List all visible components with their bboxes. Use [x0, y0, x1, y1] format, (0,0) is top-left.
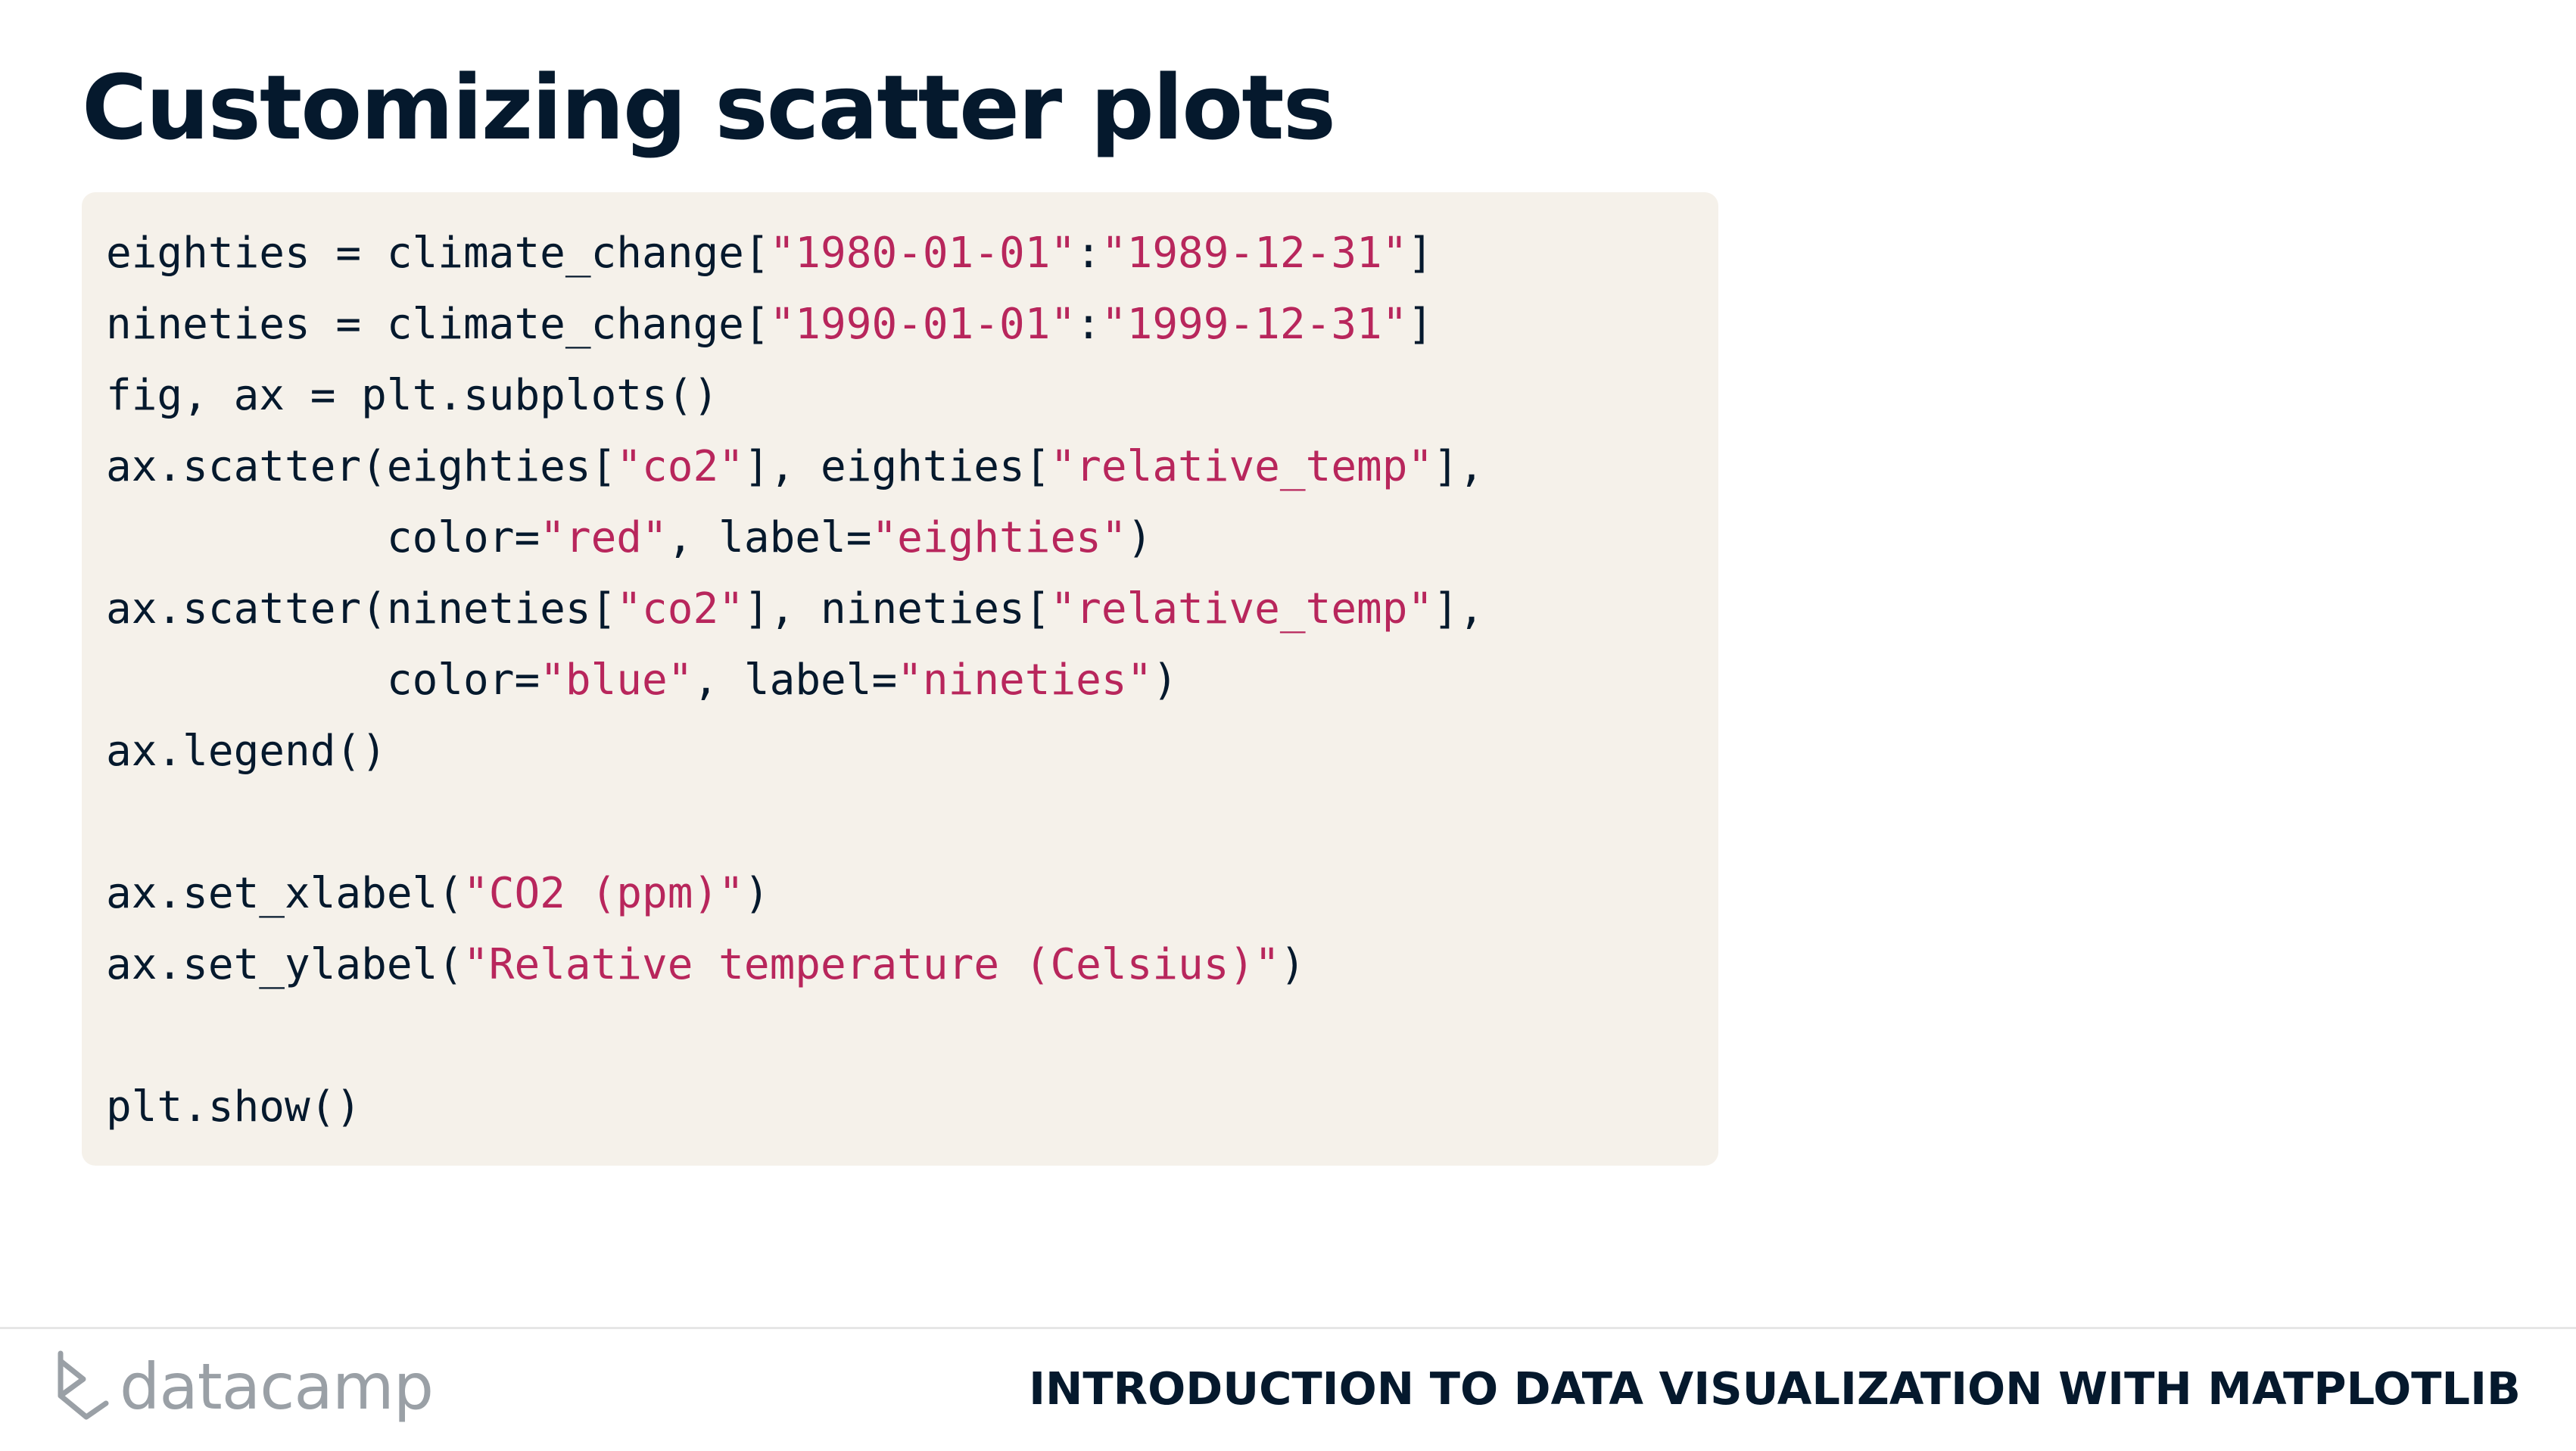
code-string-token: "nineties": [897, 655, 1153, 705]
logo-wordmark: datacamp: [120, 1350, 434, 1424]
code-token: , label=: [667, 513, 872, 562]
course-title: INTRODUCTION TO DATA VISUALIZATION WITH …: [1029, 1362, 2521, 1415]
code-token: ],: [1433, 584, 1484, 634]
code-line: eighties = climate_change["1980-01-01":"…: [106, 218, 1718, 289]
code-string-token: "eighties": [871, 513, 1127, 562]
slide-title: Customizing scatter plots: [82, 55, 1336, 160]
code-token: , label=: [693, 655, 898, 705]
code-string-token: "1990-01-01": [769, 300, 1076, 349]
code-token: ax.scatter(eighties[: [106, 442, 617, 491]
code-line: fig, ax = plt.subplots(): [106, 360, 1718, 431]
code-string-token: "1989-12-31": [1101, 229, 1408, 278]
code-token: ax.legend(): [106, 727, 387, 776]
code-line: ax.scatter(eighties["co2"], eighties["re…: [106, 431, 1718, 503]
code-line: ax.legend(): [106, 716, 1718, 787]
code-line: color="blue", label="nineties"): [106, 645, 1718, 716]
datacamp-logo: datacamp: [53, 1349, 434, 1425]
code-line: ax.scatter(nineties["co2"], nineties["re…: [106, 574, 1718, 645]
code-token: ax.scatter(nineties[: [106, 584, 617, 634]
code-token: ]: [1407, 229, 1434, 278]
code-token: ],: [1433, 442, 1484, 491]
code-token: nineties = climate_change[: [106, 300, 770, 349]
code-string-token: "relative_temp": [1050, 584, 1434, 634]
code-string-token: "CO2 (ppm)": [463, 869, 744, 918]
code-string-token: "blue": [540, 655, 693, 705]
code-string-token: "Relative temperature (Celsius)": [463, 940, 1280, 989]
code-token: ax.set_ylabel(: [106, 940, 464, 989]
code-token: ], nineties[: [743, 584, 1051, 634]
code-token: ): [743, 869, 770, 918]
datacamp-logo-icon: [58, 1350, 109, 1420]
code-string-token: "red": [540, 513, 668, 562]
code-line: ax.set_xlabel("CO2 (ppm)"): [106, 858, 1718, 929]
code-line: ax.set_ylabel("Relative temperature (Cel…: [106, 929, 1718, 1001]
code-token: plt.show(): [106, 1082, 362, 1132]
code-string-token: "co2": [616, 584, 744, 634]
code-token: ], eighties[: [743, 442, 1051, 491]
code-token: color=: [106, 655, 540, 705]
code-string-token: "co2": [616, 442, 744, 491]
code-line: nineties = climate_change["1990-01-01":"…: [106, 289, 1718, 360]
code-token: ]: [1407, 300, 1434, 349]
code-token: ax.set_xlabel(: [106, 869, 464, 918]
code-string-token: "1999-12-31": [1101, 300, 1408, 349]
code-line: color="red", label="eighties"): [106, 503, 1718, 574]
code-token: ): [1126, 513, 1153, 562]
code-token: ): [1152, 655, 1179, 705]
code-token: :: [1076, 300, 1101, 349]
code-token: eighties = climate_change[: [106, 229, 770, 278]
code-string-token: "relative_temp": [1050, 442, 1434, 491]
code-block: eighties = climate_change["1980-01-01":"…: [82, 192, 1718, 1166]
code-token: fig, ax = plt.subplots(): [106, 371, 719, 420]
code-token: color=: [106, 513, 540, 562]
footer-divider: [0, 1327, 2576, 1329]
code-token: ): [1279, 940, 1306, 989]
code-token: :: [1076, 229, 1101, 278]
code-line: plt.show(): [106, 1072, 1718, 1143]
code-string-token: "1980-01-01": [769, 229, 1076, 278]
